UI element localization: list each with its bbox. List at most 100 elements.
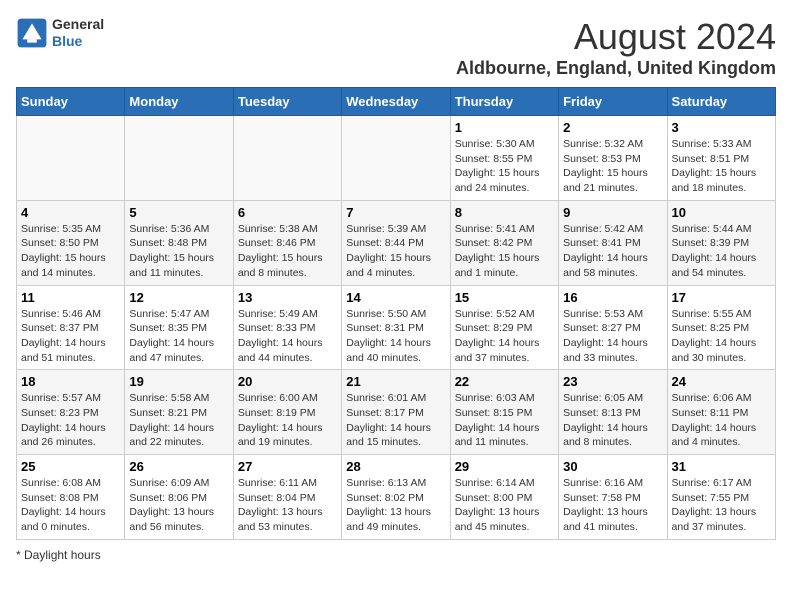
day-info: Sunrise: 5:49 AMSunset: 8:33 PMDaylight:… xyxy=(238,307,337,366)
day-number: 5 xyxy=(129,205,228,220)
calendar-cell: 19 Sunrise: 5:58 AMSunset: 8:21 PMDayligh… xyxy=(125,370,233,455)
calendar-cell: 26 Sunrise: 6:09 AMSunset: 8:06 PMDayligh… xyxy=(125,455,233,540)
day-info: Sunrise: 6:03 AMSunset: 8:15 PMDaylight:… xyxy=(455,391,554,450)
day-number: 31 xyxy=(672,459,771,474)
calendar-cell: 3 Sunrise: 5:33 AMSunset: 8:51 PMDaylight… xyxy=(667,116,775,201)
calendar-cell: 30Sunrise: 6:16 AMSunset: 7:58 PMDayligh… xyxy=(559,455,667,540)
day-info: Sunrise: 5:42 AMSunset: 8:41 PMDaylight:… xyxy=(563,222,662,281)
day-info: Sunrise: 6:01 AMSunset: 8:17 PMDaylight:… xyxy=(346,391,445,450)
day-info: Sunrise: 6:00 AMSunset: 8:19 PMDaylight:… xyxy=(238,391,337,450)
day-number: 9 xyxy=(563,205,662,220)
day-number: 29 xyxy=(455,459,554,474)
day-info: Sunrise: 6:09 AMSunset: 8:06 PMDaylight:… xyxy=(129,476,228,535)
day-number: 24 xyxy=(672,374,771,389)
main-title: August 2024 xyxy=(456,16,776,58)
day-number: 4 xyxy=(21,205,120,220)
calendar-cell xyxy=(125,116,233,201)
calendar-cell: 10Sunrise: 5:44 AMSunset: 8:39 PMDayligh… xyxy=(667,200,775,285)
logo-line1: General xyxy=(52,16,104,33)
day-number: 30 xyxy=(563,459,662,474)
calendar-cell xyxy=(342,116,450,201)
day-info: Sunrise: 5:57 AMSunset: 8:23 PMDaylight:… xyxy=(21,391,120,450)
calendar-cell: 24 Sunrise: 6:06 AMSunset: 8:11 PMDayligh… xyxy=(667,370,775,455)
day-number: 8 xyxy=(455,205,554,220)
calendar-cell: 25 Sunrise: 6:08 AMSunset: 8:08 PMDayligh… xyxy=(17,455,125,540)
calendar-cell: 22 Sunrise: 6:03 AMSunset: 8:15 PMDayligh… xyxy=(450,370,558,455)
calendar-week-row: 4 Sunrise: 5:35 AMSunset: 8:50 PMDaylight… xyxy=(17,200,776,285)
calendar-cell: 17 Sunrise: 5:55 AMSunset: 8:25 PMDayligh… xyxy=(667,285,775,370)
day-number: 19 xyxy=(129,374,228,389)
calendar-cell xyxy=(17,116,125,201)
day-info: Sunrise: 5:44 AMSunset: 8:39 PMDaylight:… xyxy=(672,222,771,281)
calendar-week-row: 1 Sunrise: 5:30 AMSunset: 8:55 PMDaylight… xyxy=(17,116,776,201)
day-info: Sunrise: 6:11 AMSunset: 8:04 PMDaylight:… xyxy=(238,476,337,535)
day-info: Sunrise: 5:32 AMSunset: 8:53 PMDaylight:… xyxy=(563,137,662,196)
calendar-day-header: Saturday xyxy=(667,88,775,116)
day-info: Sunrise: 6:17 AMSunset: 7:55 PMDaylight:… xyxy=(672,476,771,535)
subtitle: Aldbourne, England, United Kingdom xyxy=(456,58,776,79)
calendar-header-row: SundayMondayTuesdayWednesdayThursdayFrid… xyxy=(17,88,776,116)
day-info: Sunrise: 6:08 AMSunset: 8:08 PMDaylight:… xyxy=(21,476,120,535)
title-section: August 2024 Aldbourne, England, United K… xyxy=(456,16,776,79)
day-number: 15 xyxy=(455,290,554,305)
calendar-cell: 11Sunrise: 5:46 AMSunset: 8:37 PMDayligh… xyxy=(17,285,125,370)
day-number: 23 xyxy=(563,374,662,389)
calendar-cell: 6Sunrise: 5:38 AMSunset: 8:46 PMDaylight… xyxy=(233,200,341,285)
day-number: 2 xyxy=(563,120,662,135)
calendar-cell xyxy=(233,116,341,201)
day-number: 28 xyxy=(346,459,445,474)
day-number: 27 xyxy=(238,459,337,474)
calendar-cell: 12 Sunrise: 5:47 AMSunset: 8:35 PMDayligh… xyxy=(125,285,233,370)
day-info: Sunrise: 5:46 AMSunset: 8:37 PMDaylight:… xyxy=(21,307,120,366)
calendar-day-header: Tuesday xyxy=(233,88,341,116)
day-number: 26 xyxy=(129,459,228,474)
calendar-day-header: Monday xyxy=(125,88,233,116)
calendar-table: SundayMondayTuesdayWednesdayThursdayFrid… xyxy=(16,87,776,540)
day-info: Sunrise: 5:58 AMSunset: 8:21 PMDaylight:… xyxy=(129,391,228,450)
calendar-cell: 14Sunrise: 5:50 AMSunset: 8:31 PMDayligh… xyxy=(342,285,450,370)
calendar-cell: 7Sunrise: 5:39 AMSunset: 8:44 PMDaylight… xyxy=(342,200,450,285)
day-info: Sunrise: 6:06 AMSunset: 8:11 PMDaylight:… xyxy=(672,391,771,450)
calendar-cell: 28 Sunrise: 6:13 AMSunset: 8:02 PMDayligh… xyxy=(342,455,450,540)
logo: General Blue xyxy=(16,16,104,50)
calendar-cell: 16 Sunrise: 5:53 AMSunset: 8:27 PMDayligh… xyxy=(559,285,667,370)
day-info: Sunrise: 5:39 AMSunset: 8:44 PMDaylight:… xyxy=(346,222,445,281)
day-number: 14 xyxy=(346,290,445,305)
calendar-week-row: 11Sunrise: 5:46 AMSunset: 8:37 PMDayligh… xyxy=(17,285,776,370)
calendar-cell: 29 Sunrise: 6:14 AMSunset: 8:00 PMDayligh… xyxy=(450,455,558,540)
day-number: 20 xyxy=(238,374,337,389)
day-number: 25 xyxy=(21,459,120,474)
calendar-day-header: Wednesday xyxy=(342,88,450,116)
day-info: Sunrise: 5:47 AMSunset: 8:35 PMDaylight:… xyxy=(129,307,228,366)
calendar-cell: 23Sunrise: 6:05 AMSunset: 8:13 PMDayligh… xyxy=(559,370,667,455)
calendar-day-header: Thursday xyxy=(450,88,558,116)
calendar-cell: 1 Sunrise: 5:30 AMSunset: 8:55 PMDaylight… xyxy=(450,116,558,201)
day-info: Sunrise: 6:14 AMSunset: 8:00 PMDaylight:… xyxy=(455,476,554,535)
day-number: 22 xyxy=(455,374,554,389)
day-info: Sunrise: 5:38 AMSunset: 8:46 PMDaylight:… xyxy=(238,222,337,281)
day-info: Sunrise: 5:35 AMSunset: 8:50 PMDaylight:… xyxy=(21,222,120,281)
day-info: Sunrise: 5:41 AMSunset: 8:42 PMDaylight:… xyxy=(455,222,554,281)
calendar-cell: 5Sunrise: 5:36 AMSunset: 8:48 PMDaylight… xyxy=(125,200,233,285)
calendar-cell: 15Sunrise: 5:52 AMSunset: 8:29 PMDayligh… xyxy=(450,285,558,370)
day-number: 1 xyxy=(455,120,554,135)
day-info: Sunrise: 5:55 AMSunset: 8:25 PMDaylight:… xyxy=(672,307,771,366)
calendar-cell: 31 Sunrise: 6:17 AMSunset: 7:55 PMDayligh… xyxy=(667,455,775,540)
day-info: Sunrise: 5:30 AMSunset: 8:55 PMDaylight:… xyxy=(455,137,554,196)
logo-text: General Blue xyxy=(52,16,104,50)
footer-note: * Daylight hours xyxy=(16,548,776,562)
calendar-day-header: Friday xyxy=(559,88,667,116)
calendar-cell: 9 Sunrise: 5:42 AMSunset: 8:41 PMDaylight… xyxy=(559,200,667,285)
day-info: Sunrise: 5:33 AMSunset: 8:51 PMDaylight:… xyxy=(672,137,771,196)
day-number: 12 xyxy=(129,290,228,305)
day-number: 3 xyxy=(672,120,771,135)
day-number: 16 xyxy=(563,290,662,305)
page-header: General Blue August 2024 Aldbourne, Engl… xyxy=(16,16,776,79)
calendar-day-header: Sunday xyxy=(17,88,125,116)
calendar-cell: 27 Sunrise: 6:11 AMSunset: 8:04 PMDayligh… xyxy=(233,455,341,540)
calendar-cell: 13Sunrise: 5:49 AMSunset: 8:33 PMDayligh… xyxy=(233,285,341,370)
day-number: 17 xyxy=(672,290,771,305)
day-info: Sunrise: 6:13 AMSunset: 8:02 PMDaylight:… xyxy=(346,476,445,535)
calendar-cell: 18Sunrise: 5:57 AMSunset: 8:23 PMDayligh… xyxy=(17,370,125,455)
day-info: Sunrise: 5:53 AMSunset: 8:27 PMDaylight:… xyxy=(563,307,662,366)
